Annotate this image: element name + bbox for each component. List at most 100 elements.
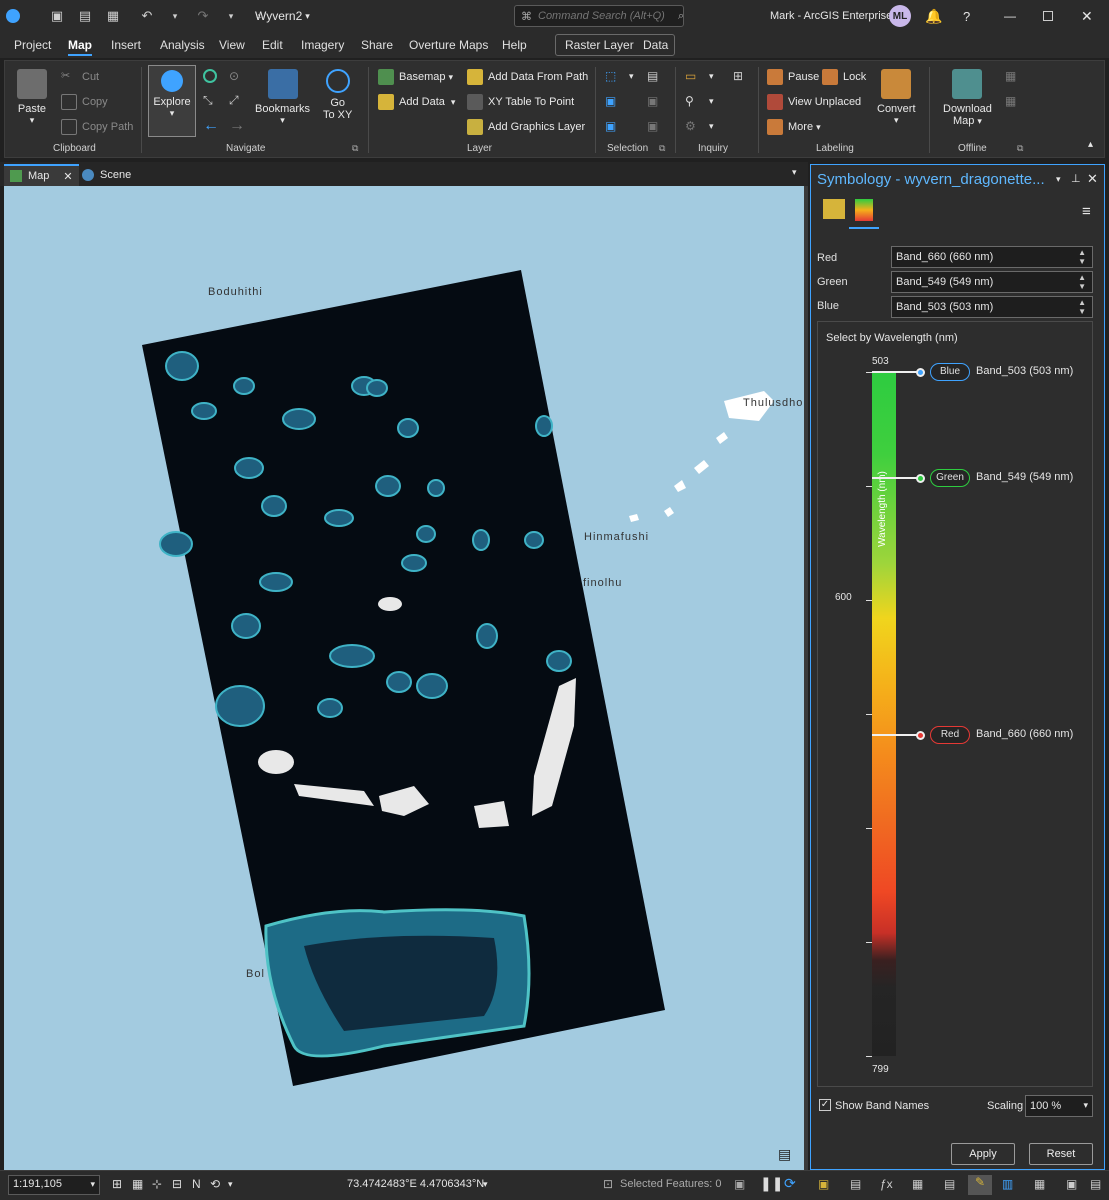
- full-extent-icon[interactable]: [203, 69, 217, 83]
- avatar[interactable]: ML: [889, 5, 911, 27]
- undo-icon[interactable]: ↶: [138, 7, 156, 25]
- add-data-button[interactable]: Add Data ▾: [378, 94, 455, 110]
- green-band-select[interactable]: Band_549 (549 nm) ▲ ▼: [891, 271, 1093, 293]
- chevron-down-icon[interactable]: ▾: [1056, 174, 1061, 185]
- tab-help[interactable]: Help: [502, 32, 527, 58]
- select-by-location-icon[interactable]: ▣: [605, 119, 616, 133]
- band-combination-icon[interactable]: [855, 199, 873, 221]
- close-icon[interactable]: ✕: [63, 170, 72, 183]
- copy-path-button[interactable]: Copy Path: [61, 119, 133, 135]
- tab-map[interactable]: Map: [68, 32, 92, 58]
- fixed-zoom-in-icon[interactable]: ⤡: [203, 93, 213, 108]
- chevron-down-icon[interactable]: ▾: [709, 121, 714, 132]
- band-handle[interactable]: [916, 474, 925, 484]
- maximize-icon[interactable]: [1043, 11, 1053, 21]
- binoculars-icon[interactable]: ⚲: [685, 94, 694, 108]
- contents-pane-icon[interactable]: ▤: [850, 1177, 861, 1191]
- north-arrow-icon[interactable]: N: [192, 1177, 201, 1191]
- search-icon[interactable]: ⌕: [678, 10, 684, 23]
- spinner-icon[interactable]: ▲ ▼: [1078, 248, 1086, 266]
- grid-icon[interactable]: ⊞: [112, 1177, 122, 1191]
- chart-icon[interactable]: ▥: [1002, 1177, 1013, 1191]
- select-by-attributes-icon[interactable]: ▣: [605, 94, 616, 108]
- scale-dropdown[interactable]: 1:191,105 ▾: [8, 1175, 100, 1195]
- pause-drawing-icon[interactable]: ❚❚: [760, 1175, 783, 1192]
- spinner-icon[interactable]: ▲ ▼: [1078, 273, 1086, 291]
- close-icon[interactable]: ✕: [1087, 171, 1098, 187]
- refresh-icon[interactable]: ▣: [734, 1177, 745, 1191]
- view-unplaced-button[interactable]: View Unplaced: [767, 94, 861, 110]
- minimize-icon[interactable]: —: [1004, 9, 1016, 23]
- zoom-to-selection-icon[interactable]: ▣: [647, 94, 658, 108]
- basemap-button[interactable]: Basemap ▾: [378, 69, 453, 85]
- project-name[interactable]: Wyvern2: [255, 9, 302, 23]
- band-handle[interactable]: [916, 730, 925, 740]
- zoom-to-layer-icon[interactable]: ⊙: [229, 69, 239, 83]
- red-band-select[interactable]: Band_660 (660 nm) ▲ ▼: [891, 246, 1093, 268]
- go-to-xy-button[interactable]: Go To XY: [323, 69, 352, 121]
- rotate-icon[interactable]: ⟲: [210, 1177, 220, 1191]
- menu-icon[interactable]: ≡: [1082, 203, 1091, 220]
- attributes-icon[interactable]: ▤: [647, 69, 658, 83]
- tab-edit[interactable]: Edit: [262, 32, 283, 58]
- band-handle[interactable]: [916, 368, 925, 377]
- paste-button[interactable]: Paste ▾: [17, 69, 47, 126]
- chevron-down-icon[interactable]: ▾: [709, 71, 714, 82]
- pin-icon[interactable]: ⊥: [1071, 172, 1081, 185]
- constraints-icon[interactable]: ⊟: [172, 1177, 182, 1191]
- bookmarks-button[interactable]: Bookmarks ▾: [255, 69, 310, 126]
- blue-band-select[interactable]: Band_503 (503 nm) ▲ ▼: [891, 296, 1093, 318]
- explore-button[interactable]: Explore ▾: [148, 65, 196, 137]
- chevron-down-icon[interactable]: ▾: [792, 167, 797, 178]
- chevron-down-icon[interactable]: ▾: [483, 1179, 488, 1190]
- tab-project[interactable]: Project: [14, 32, 51, 58]
- previous-extent-icon[interactable]: ←: [203, 117, 219, 135]
- search-input[interactable]: [538, 10, 678, 22]
- xy-table-to-point-button[interactable]: XY Table To Point: [467, 94, 574, 110]
- tab-view[interactable]: View: [219, 32, 245, 58]
- remove-offline-icon[interactable]: ▦: [1005, 94, 1016, 108]
- pause-labeling-button[interactable]: Pause: [767, 69, 819, 85]
- map-scrollbar[interactable]: [804, 186, 808, 1170]
- spinner-icon[interactable]: ▲ ▼: [1078, 298, 1086, 316]
- more-labeling-button[interactable]: More ▾: [767, 119, 821, 135]
- download-map-button[interactable]: Download Map ▾: [943, 69, 992, 127]
- fixed-zoom-out-icon[interactable]: ⤢: [229, 93, 239, 108]
- tab-imagery[interactable]: Imagery: [301, 32, 344, 58]
- table-icon[interactable]: ▦: [132, 1177, 143, 1191]
- tab-map-view[interactable]: Map ✕: [4, 164, 79, 186]
- fx-icon[interactable]: ƒx: [880, 1177, 893, 1191]
- dialog-launcher-icon[interactable]: ⧉: [352, 143, 358, 154]
- help-icon[interactable]: ?: [963, 9, 970, 24]
- dialog-launcher-icon[interactable]: ⧉: [1017, 143, 1023, 154]
- symbology-pane-icon[interactable]: ✎: [968, 1175, 992, 1195]
- catalog-pane-icon[interactable]: ▣: [818, 1177, 829, 1191]
- new-project-icon[interactable]: ▣: [48, 7, 66, 25]
- chevron-down-icon[interactable]: ▾: [166, 7, 184, 25]
- map-view[interactable]: Boduhithi Thulusdho Hinmafushi finolhu B…: [4, 186, 804, 1170]
- chevron-down-icon[interactable]: ▾: [228, 1179, 233, 1190]
- band-pill-blue[interactable]: Blue: [930, 363, 970, 381]
- add-data-from-path-button[interactable]: Add Data From Path: [467, 69, 588, 85]
- tab-share[interactable]: Share: [361, 32, 393, 58]
- tab-insert[interactable]: Insert: [111, 32, 141, 58]
- chevron-down-icon[interactable]: ▾: [629, 71, 634, 82]
- refresh-map-icon[interactable]: ⟳: [784, 1175, 796, 1192]
- show-band-names-checkbox[interactable]: ✓: [819, 1099, 831, 1111]
- clear-selection-icon[interactable]: ▣: [647, 119, 658, 133]
- tab-scene-view[interactable]: Scene: [76, 164, 137, 186]
- add-graphics-layer-button[interactable]: Add Graphics Layer: [467, 119, 585, 135]
- measure-icon[interactable]: ▭: [685, 69, 696, 83]
- tab-overture-maps[interactable]: Overture Maps: [409, 32, 488, 58]
- dialog-launcher-icon[interactable]: ⧉: [659, 143, 665, 154]
- cut-button[interactable]: ✂ Cut: [61, 69, 99, 85]
- notification-icon[interactable]: ▤: [1090, 1177, 1101, 1191]
- table-view-icon[interactable]: ▦: [1034, 1177, 1045, 1191]
- convert-button[interactable]: Convert ▾: [877, 69, 916, 126]
- map-tools-icon[interactable]: ▤: [778, 1146, 791, 1163]
- notifications-icon[interactable]: 🔔: [925, 8, 942, 25]
- lock-labeling-button[interactable]: Lock: [822, 69, 866, 85]
- command-search[interactable]: ⌘ ⌕: [514, 5, 684, 27]
- open-project-icon[interactable]: ▤: [76, 7, 94, 25]
- geoprocessing-icon[interactable]: ▦: [912, 1177, 923, 1191]
